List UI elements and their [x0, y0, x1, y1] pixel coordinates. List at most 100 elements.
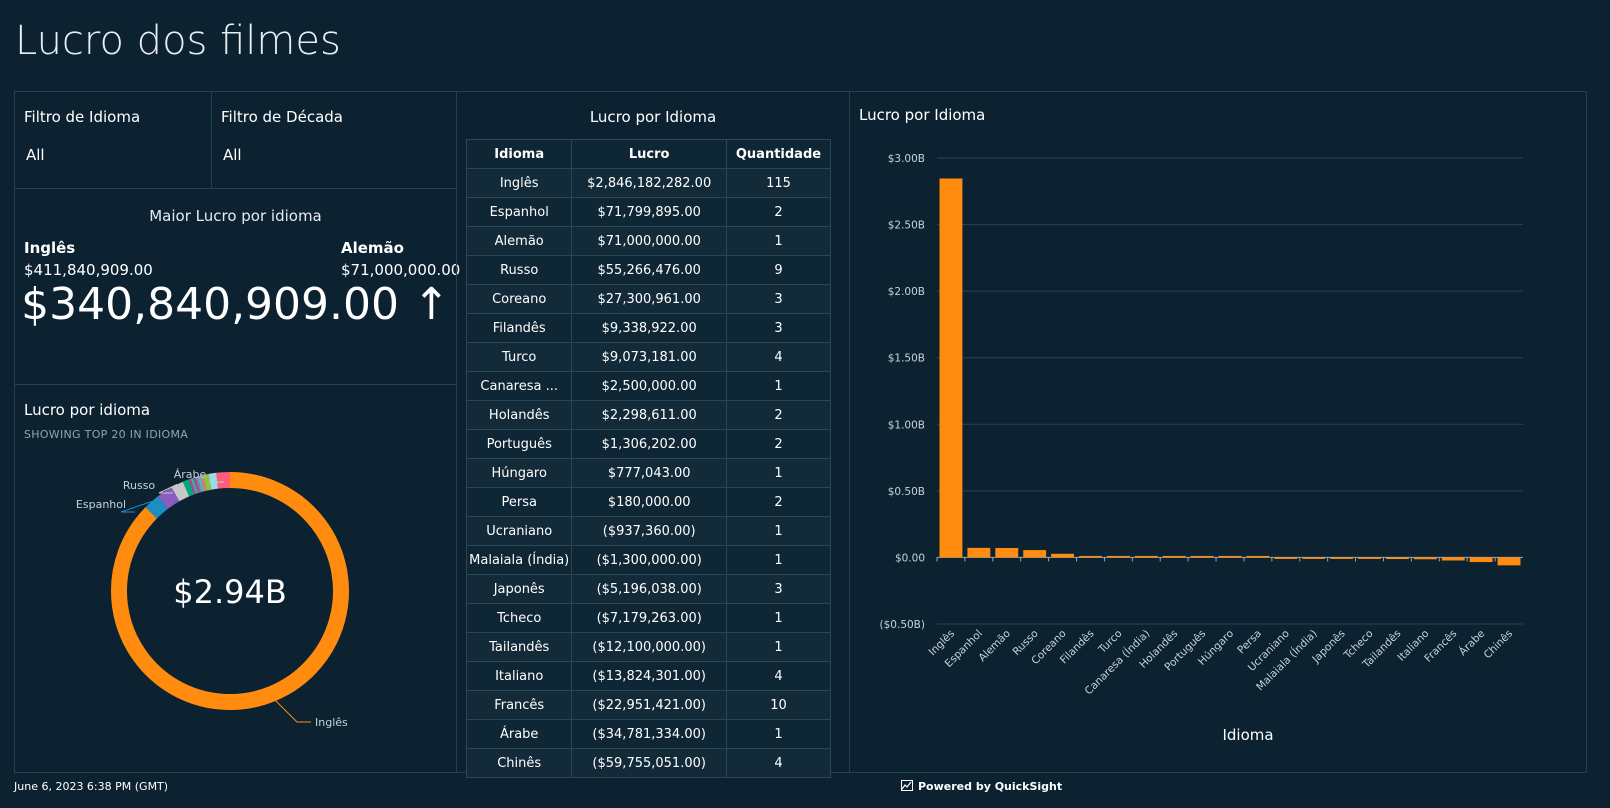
bar[interactable]	[939, 178, 963, 558]
table-row[interactable]: Árabe ($34,781,334.00) 1	[465, 719, 832, 749]
powered-by[interactable]: Powered by QuickSight	[901, 780, 1062, 793]
cell-quantidade: 1	[725, 719, 832, 749]
cell-lucro: ($12,100,000.00)	[571, 632, 727, 662]
donut-slice[interactable]	[188, 478, 197, 495]
bar[interactable]	[1497, 557, 1521, 566]
decade-filter-dropdown[interactable]: All	[223, 146, 242, 164]
bar[interactable]	[1330, 557, 1354, 559]
donut-center-label: $2.94B	[173, 573, 287, 611]
cell-quantidade: 115	[725, 168, 832, 198]
cell-quantidade: 1	[725, 458, 832, 488]
cell-lucro: $2,298,611.00	[571, 400, 727, 430]
table-row[interactable]: Malaiala (Índia) ($1,300,000.00) 1	[465, 545, 832, 575]
table-row[interactable]: Russo $55,266,476.00 9	[465, 255, 832, 285]
column-header-lucro[interactable]: Lucro	[571, 139, 727, 169]
cell-idioma: Italiano	[465, 661, 573, 691]
bar[interactable]	[995, 547, 1019, 558]
powered-by-label: Powered by QuickSight	[918, 780, 1063, 793]
cell-lucro: ($937,360.00)	[571, 516, 727, 546]
cell-quantidade: 10	[725, 690, 832, 720]
donut-slice[interactable]	[145, 496, 168, 519]
bar[interactable]	[1051, 553, 1075, 558]
language-filter-dropdown[interactable]: All	[26, 146, 45, 164]
donut-slice[interactable]	[216, 472, 231, 489]
table-row[interactable]: Coreano $27,300,961.00 3	[465, 284, 832, 314]
table-row[interactable]: Tailandês ($12,100,000.00) 1	[465, 632, 832, 662]
cell-lucro: $9,338,922.00	[571, 313, 727, 343]
bar[interactable]	[1469, 557, 1493, 563]
bar-chart[interactable]: Lucro por Idioma ($0.50B) $0.00 $0.50B $1.00…	[850, 92, 1588, 774]
table-row[interactable]: Holandês $2,298,611.00 2	[465, 400, 832, 430]
callout-label: Inglês	[315, 716, 348, 729]
quicksight-icon	[901, 780, 913, 791]
bar[interactable]	[1106, 555, 1130, 558]
donut-slice[interactable]	[190, 477, 198, 494]
donut-slice[interactable]	[200, 475, 207, 492]
cell-idioma: Russo	[465, 255, 573, 285]
table-panel: Lucro por Idioma Idioma Lucro Quantidade…	[456, 91, 850, 778]
bar[interactable]	[1413, 557, 1437, 560]
cell-quantidade: 1	[725, 226, 832, 256]
cell-lucro: ($34,781,334.00)	[571, 719, 727, 749]
cell-idioma: Húngaro	[465, 458, 573, 488]
table-row[interactable]: Chinês ($59,755,051.00) 4	[465, 748, 832, 778]
table-row[interactable]: Alemão $71,000,000.00 1	[465, 226, 832, 256]
bar[interactable]	[1274, 557, 1298, 559]
bar[interactable]	[1441, 557, 1465, 561]
table-row[interactable]: Espanhol $71,799,895.00 2	[465, 197, 832, 227]
cell-idioma: Inglês	[465, 168, 573, 198]
bar[interactable]	[1162, 555, 1186, 558]
language-filter-panel[interactable]: Filtro de Idioma All	[14, 91, 212, 189]
table-row[interactable]: Canaresa ... $2,500,000.00 1	[465, 371, 832, 401]
table-row[interactable]: Filandês $9,338,922.00 3	[465, 313, 832, 343]
donut-slice[interactable]	[182, 479, 195, 497]
table-row[interactable]: Italiano ($13,824,301.00) 4	[465, 661, 832, 691]
table-row[interactable]: Húngaro $777,043.00 1	[465, 458, 832, 488]
bar[interactable]	[1358, 557, 1381, 559]
table-row[interactable]: Francês ($22,951,421.00) 10	[465, 690, 832, 720]
table-row[interactable]: Português $1,306,202.00 2	[465, 429, 832, 459]
cell-quantidade: 1	[725, 632, 832, 662]
table-row[interactable]: Ucraniano ($937,360.00) 1	[465, 516, 832, 546]
donut-chart[interactable]: $2.94B Árabe Russo Espanhol Inglês	[15, 441, 458, 771]
cell-lucro: $55,266,476.00	[571, 255, 727, 285]
cell-lucro: ($5,196,038.00)	[571, 574, 727, 604]
decade-filter-panel[interactable]: Filtro de Década All	[211, 91, 457, 189]
cell-quantidade: 1	[725, 516, 832, 546]
bar[interactable]	[1079, 555, 1102, 558]
callout-label: Árabe	[174, 468, 207, 481]
donut-subtitle: SHOWING TOP 20 IN IDIOMA	[24, 428, 189, 441]
donut-slice[interactable]	[157, 487, 180, 510]
x-axis-label: Idioma	[1222, 726, 1273, 744]
x-tick-label: Chinês	[1482, 628, 1516, 662]
donut-slice[interactable]	[197, 475, 205, 492]
bar[interactable]	[1023, 550, 1047, 558]
bar[interactable]	[1385, 557, 1409, 560]
language-profit-table: Idioma Lucro Quantidade Inglês $2,846,182…	[465, 139, 832, 778]
table-row[interactable]: Tcheco ($7,179,263.00) 1	[465, 603, 832, 633]
cell-idioma: Canaresa ...	[465, 371, 573, 401]
cell-lucro: ($22,951,421.00)	[571, 690, 727, 720]
table-row[interactable]: Inglês $2,846,182,282.00 115	[465, 168, 832, 198]
table-row[interactable]: Persa $180,000.00 2	[465, 487, 832, 517]
column-header-idioma[interactable]: Idioma	[465, 139, 573, 169]
bar[interactable]	[1134, 555, 1158, 558]
donut-slice[interactable]	[171, 481, 190, 502]
bar[interactable]	[1246, 555, 1270, 558]
cell-idioma: Árabe	[465, 719, 573, 749]
table-row[interactable]: Turco $9,073,181.00 4	[465, 342, 832, 372]
donut-slice[interactable]	[203, 473, 212, 491]
cell-lucro: ($59,755,051.00)	[571, 748, 727, 778]
bar[interactable]	[1218, 555, 1242, 558]
y-tick-label: ($0.50B)	[880, 619, 925, 631]
bar[interactable]	[1302, 557, 1326, 559]
bar[interactable]	[1190, 555, 1214, 558]
table-row[interactable]: Japonês ($5,196,038.00) 3	[465, 574, 832, 604]
cell-lucro: ($7,179,263.00)	[571, 603, 727, 633]
language-filter-label: Filtro de Idioma	[24, 108, 141, 126]
callout-label: Russo	[123, 479, 156, 492]
cell-idioma: Espanhol	[465, 197, 573, 227]
column-header-quantidade[interactable]: Quantidade	[725, 139, 832, 169]
cell-idioma: Malaiala (Índia)	[465, 545, 573, 575]
bar[interactable]	[967, 547, 991, 558]
